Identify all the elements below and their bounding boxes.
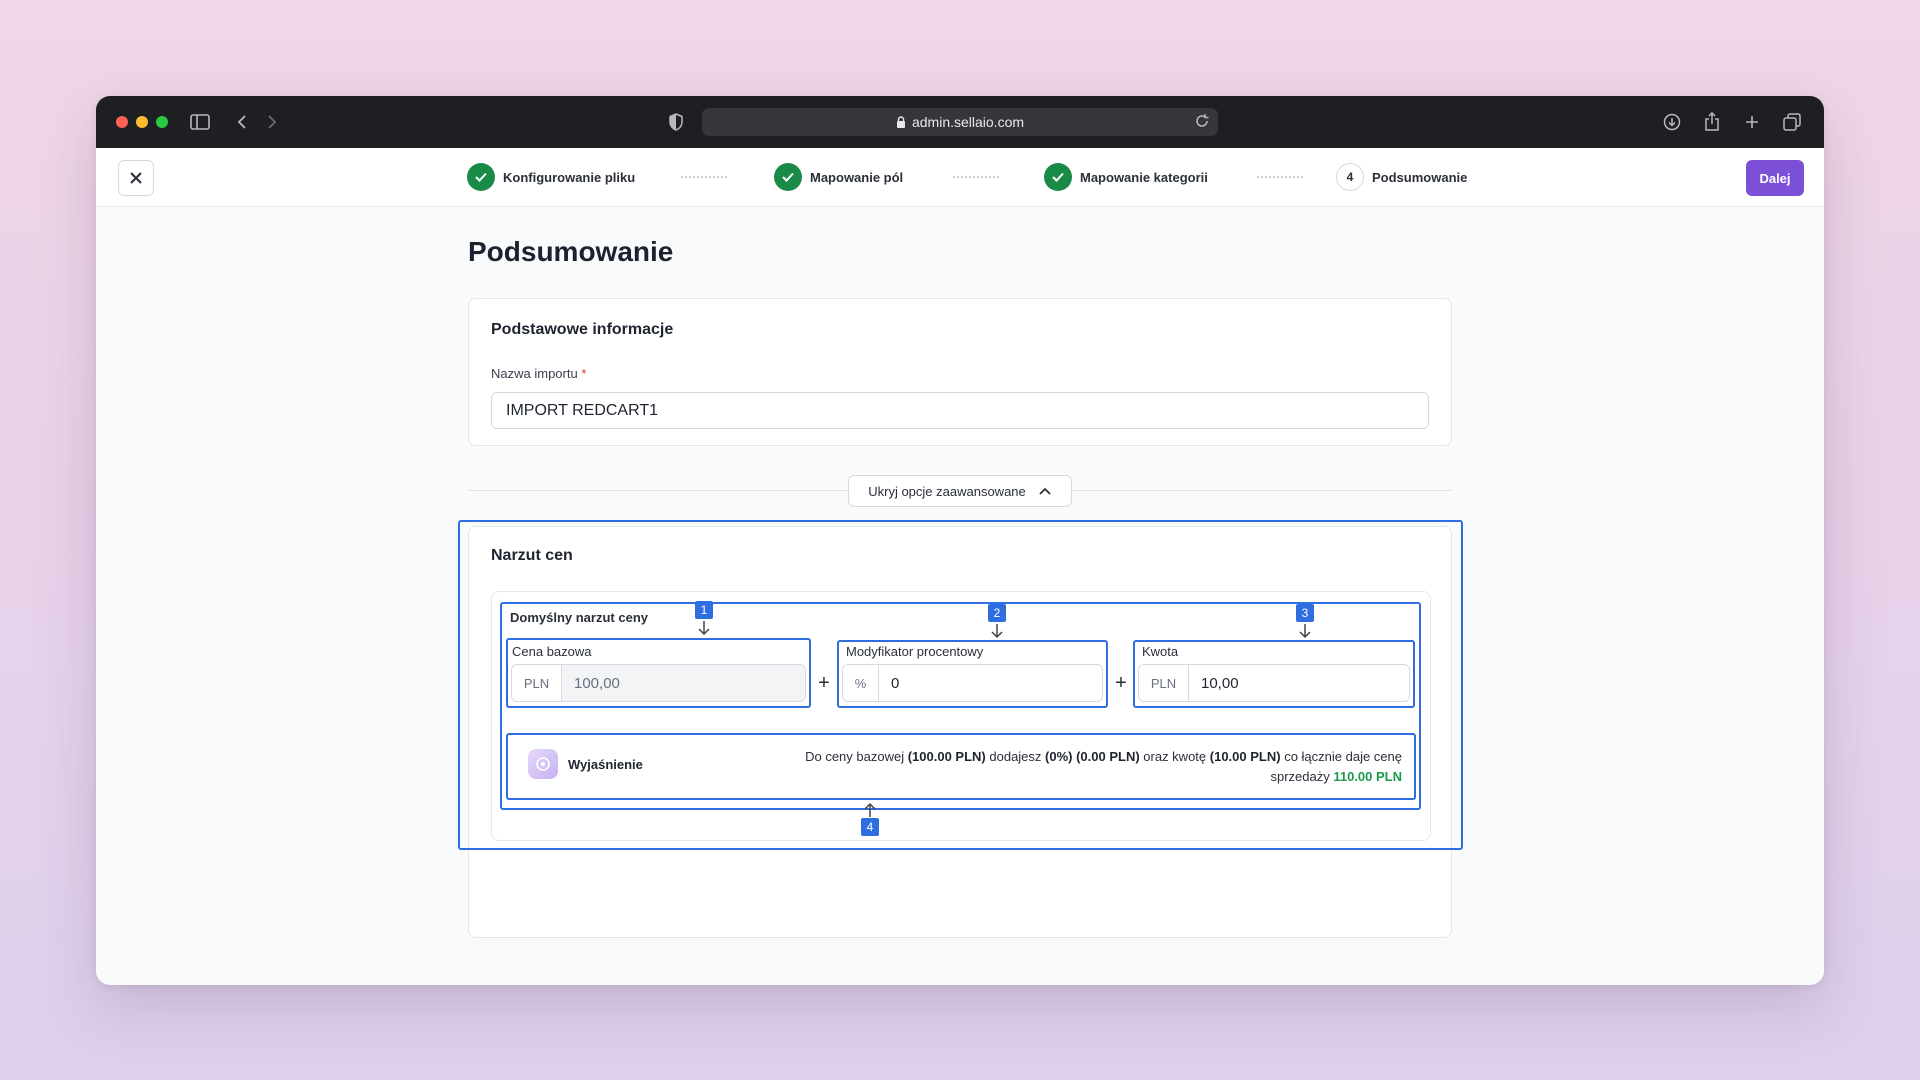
- browser-titlebar: admin.sellaio.com: [96, 96, 1824, 148]
- chevron-up-icon: [1038, 486, 1052, 496]
- percent-modifier-value: 0: [891, 674, 900, 692]
- minimize-window-button[interactable]: [136, 116, 148, 128]
- arrow-up-icon: [864, 802, 876, 817]
- advanced-options-toggle[interactable]: Ukryj opcje zaawansowane: [848, 475, 1072, 507]
- page-title: Podsumowanie: [468, 236, 674, 267]
- step-connector: [681, 176, 727, 178]
- base-price-label: Cena bazowa: [512, 644, 592, 659]
- annotation-badge-1: 1: [695, 601, 713, 619]
- arrow-down-icon: [1299, 624, 1311, 639]
- downloads-icon[interactable]: [1660, 110, 1684, 134]
- back-icon[interactable]: [230, 110, 254, 134]
- plus-sign: +: [1115, 672, 1127, 694]
- arrow-down-icon: [698, 621, 710, 636]
- step-connector: [953, 176, 999, 178]
- tab-overview-icon[interactable]: [1780, 110, 1804, 134]
- annotation-badge-3: 3: [1296, 604, 1314, 622]
- explanation-part: Do ceny bazowej: [805, 749, 908, 764]
- advanced-toggle-label: Ukryj opcje zaawansowane: [868, 483, 1026, 499]
- step-connector: [1257, 176, 1303, 178]
- plus-sign: +: [818, 672, 830, 694]
- wizard-header: Konfigurowanie pliku Mapowanie pól Mapow…: [96, 148, 1824, 207]
- close-icon: [130, 172, 142, 184]
- base-price-input: PLN 100,00: [511, 664, 806, 702]
- annotation-badge-2: 2: [988, 604, 1006, 622]
- check-icon: [774, 163, 802, 191]
- lock-icon: [896, 116, 906, 128]
- step-label: Mapowanie pól: [810, 169, 904, 185]
- percent-addon: %: [843, 665, 879, 701]
- currency-addon: PLN: [512, 665, 562, 701]
- amount-label: Kwota: [1142, 644, 1179, 659]
- sidebar-toggle-icon[interactable]: [188, 110, 212, 134]
- default-markup-label: Domyślny narzut ceny: [510, 610, 648, 625]
- privacy-shield-icon[interactable]: [664, 110, 688, 134]
- percent-modifier-label: Modyfikator procentowy: [846, 644, 984, 659]
- address-bar[interactable]: admin.sellaio.com: [702, 108, 1218, 136]
- url-text: admin.sellaio.com: [911, 114, 1025, 130]
- next-button[interactable]: Dalej: [1746, 160, 1804, 196]
- browser-window: admin.sellaio.com Konfigurowanie pliku M…: [96, 96, 1824, 985]
- zoom-window-button[interactable]: [156, 116, 168, 128]
- explanation-part: oraz kwotę: [1139, 749, 1210, 764]
- explanation-part: dodajesz: [985, 749, 1046, 764]
- check-icon: [467, 163, 495, 191]
- step-mapowanie-pol[interactable]: Mapowanie pól: [774, 163, 903, 191]
- annotation-badge-4: 4: [861, 818, 879, 836]
- import-name-label: Nazwa importu *: [491, 366, 586, 381]
- explanation-text: Do ceny bazowej (100.00 PLN) dodajesz (0…: [762, 747, 1402, 787]
- card-title: Podstawowe informacje: [491, 321, 674, 338]
- amount-input[interactable]: PLN 10,00: [1138, 664, 1410, 702]
- step-label: Mapowanie kategorii: [1080, 169, 1208, 185]
- explanation-amount: (10.00 PLN): [1209, 749, 1281, 764]
- close-window-button[interactable]: [116, 116, 128, 128]
- step-number: 4: [1336, 163, 1364, 191]
- step-label: Konfigurowanie pliku: [503, 169, 636, 185]
- explanation-percent: (0%) (0.00 PLN): [1045, 749, 1140, 764]
- basic-info-card: Podstawowe informacje Nazwa importu * IM…: [468, 298, 1452, 446]
- info-icon: [528, 749, 558, 779]
- share-icon[interactable]: [1700, 110, 1724, 134]
- check-icon: [1044, 163, 1072, 191]
- step-konfigurowanie-pliku[interactable]: Konfigurowanie pliku: [467, 163, 635, 191]
- close-wizard-button[interactable]: [118, 160, 154, 196]
- step-podsumowanie[interactable]: 4 Podsumowanie: [1336, 163, 1467, 191]
- import-name-label-text: Nazwa importu: [491, 366, 578, 381]
- explanation-total-price: 110.00 PLN: [1333, 769, 1402, 784]
- step-mapowanie-kategorii[interactable]: Mapowanie kategorii: [1044, 163, 1208, 191]
- reload-icon[interactable]: [1194, 113, 1210, 132]
- new-tab-icon[interactable]: [1740, 110, 1764, 134]
- percent-modifier-input[interactable]: % 0: [842, 664, 1103, 702]
- required-mark: *: [581, 366, 587, 381]
- amount-value: 10,00: [1201, 674, 1239, 692]
- explanation-box: Wyjaśnienie Do ceny bazowej (100.00 PLN)…: [506, 733, 1416, 800]
- explanation-base-price: (100.00 PLN): [907, 749, 986, 764]
- forward-icon[interactable]: [260, 110, 284, 134]
- arrow-down-icon: [991, 624, 1003, 639]
- step-label: Podsumowanie: [1372, 169, 1468, 185]
- currency-addon: PLN: [1139, 665, 1189, 701]
- base-price-value: 100,00: [562, 665, 805, 701]
- import-name-input[interactable]: IMPORT REDCART1: [491, 392, 1429, 429]
- explanation-title: Wyjaśnienie: [568, 757, 643, 772]
